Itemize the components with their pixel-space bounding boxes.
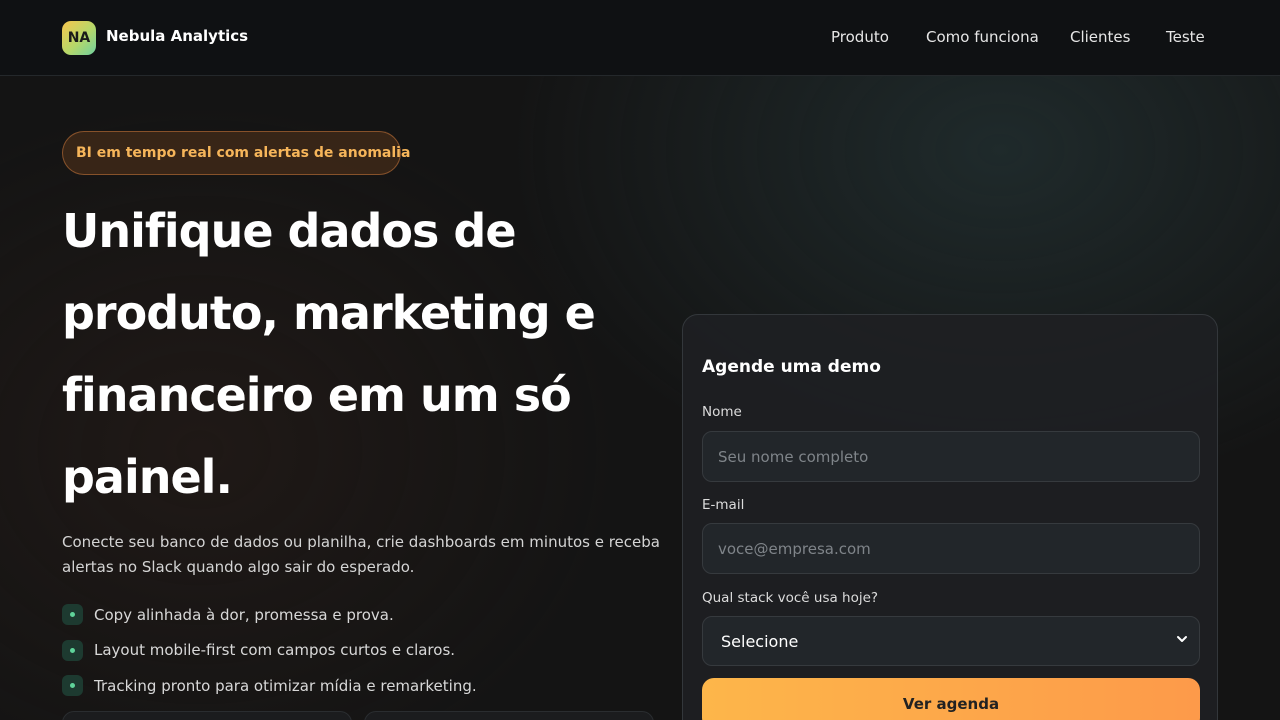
nav-link-produto[interactable]: Produto	[831, 28, 889, 46]
logo-badge[interactable]: NA	[62, 21, 96, 55]
nav-link-como-funciona[interactable]: Como funciona	[926, 28, 1039, 46]
top-navigation-bar: NA Nebula Analytics Produto Como funcion…	[0, 0, 1280, 76]
cta-card-right	[364, 711, 654, 720]
hero-badge: BI em tempo real com alertas de anomalia	[62, 131, 410, 175]
brand-name[interactable]: Nebula Analytics	[106, 27, 248, 45]
hero-subtitle: Conecte seu banco de dados ou planilha, …	[62, 533, 660, 576]
cta-card-left	[62, 711, 352, 720]
nav-link-teste[interactable]: Teste	[1166, 28, 1205, 46]
hero-headline: Unifique dados de produto, marketing e f…	[62, 204, 596, 504]
chevron-down-icon	[1177, 636, 1187, 642]
bullet-dot-icon	[62, 639, 83, 661]
feature-item-text: Tracking pronto para otimizar mídia e re…	[94, 676, 477, 695]
feature-item: Copy alinhada à dor, promessa e prova.	[62, 597, 477, 633]
feature-item: Layout mobile-first com campos curtos e …	[62, 633, 477, 669]
feature-item-text: Copy alinhada à dor, promessa e prova.	[94, 605, 394, 624]
nav-link-clientes[interactable]: Clientes	[1070, 28, 1130, 46]
bullet-dot-icon	[62, 604, 83, 626]
stack-select-value: Selecione	[721, 631, 799, 651]
bullet-dot-icon	[62, 675, 83, 697]
demo-form-title: Agende uma demo	[702, 357, 881, 377]
stack-label: Qual stack você usa hoje?	[702, 590, 879, 606]
name-input[interactable]	[702, 431, 1200, 482]
email-input[interactable]	[702, 523, 1200, 574]
demo-form-card: Agende uma demo Nome E-mail Qual stack v…	[682, 314, 1218, 720]
ver-agenda-button[interactable]: Ver agenda	[702, 678, 1200, 720]
name-label: Nome	[702, 404, 742, 420]
feature-item-text: Layout mobile-first com campos curtos e …	[94, 641, 456, 660]
hero-badge-text: BI em tempo real com alertas de anomalia	[76, 145, 411, 161]
feature-list: Copy alinhada à dor, promessa e prova. L…	[62, 597, 477, 704]
email-label: E-mail	[702, 497, 745, 513]
stack-select[interactable]: Selecione	[702, 616, 1200, 666]
feature-item: Tracking pronto para otimizar mídia e re…	[62, 668, 477, 704]
